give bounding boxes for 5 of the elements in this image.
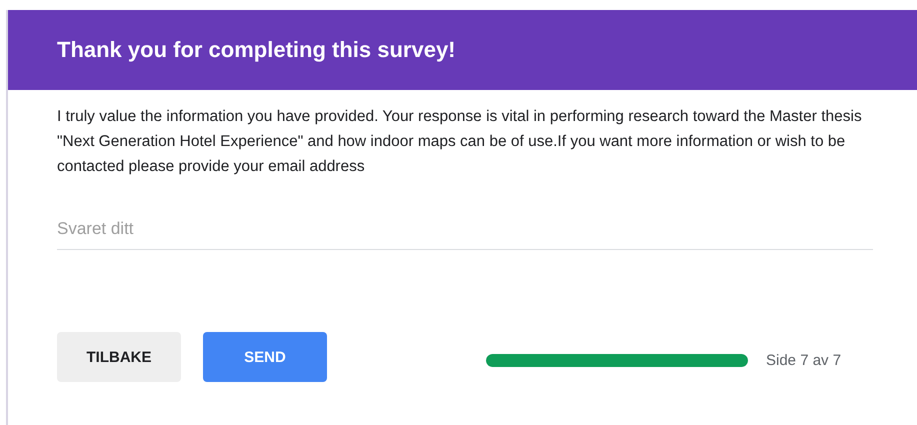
survey-title: Thank you for completing this survey!: [57, 37, 456, 63]
send-button[interactable]: SEND: [203, 332, 327, 382]
description-text: I truly value the information you have provided. Your response is vital in performing research toward the Master thesis "Next Generation Hotel Experience" and how indoor maps can be of use.If you want more information or wish to be contacted please provide your email address: [57, 107, 863, 177]
page-indicator: Side 7 av 7: [766, 352, 842, 368]
back-button[interactable]: TILBAKE: [57, 332, 181, 382]
